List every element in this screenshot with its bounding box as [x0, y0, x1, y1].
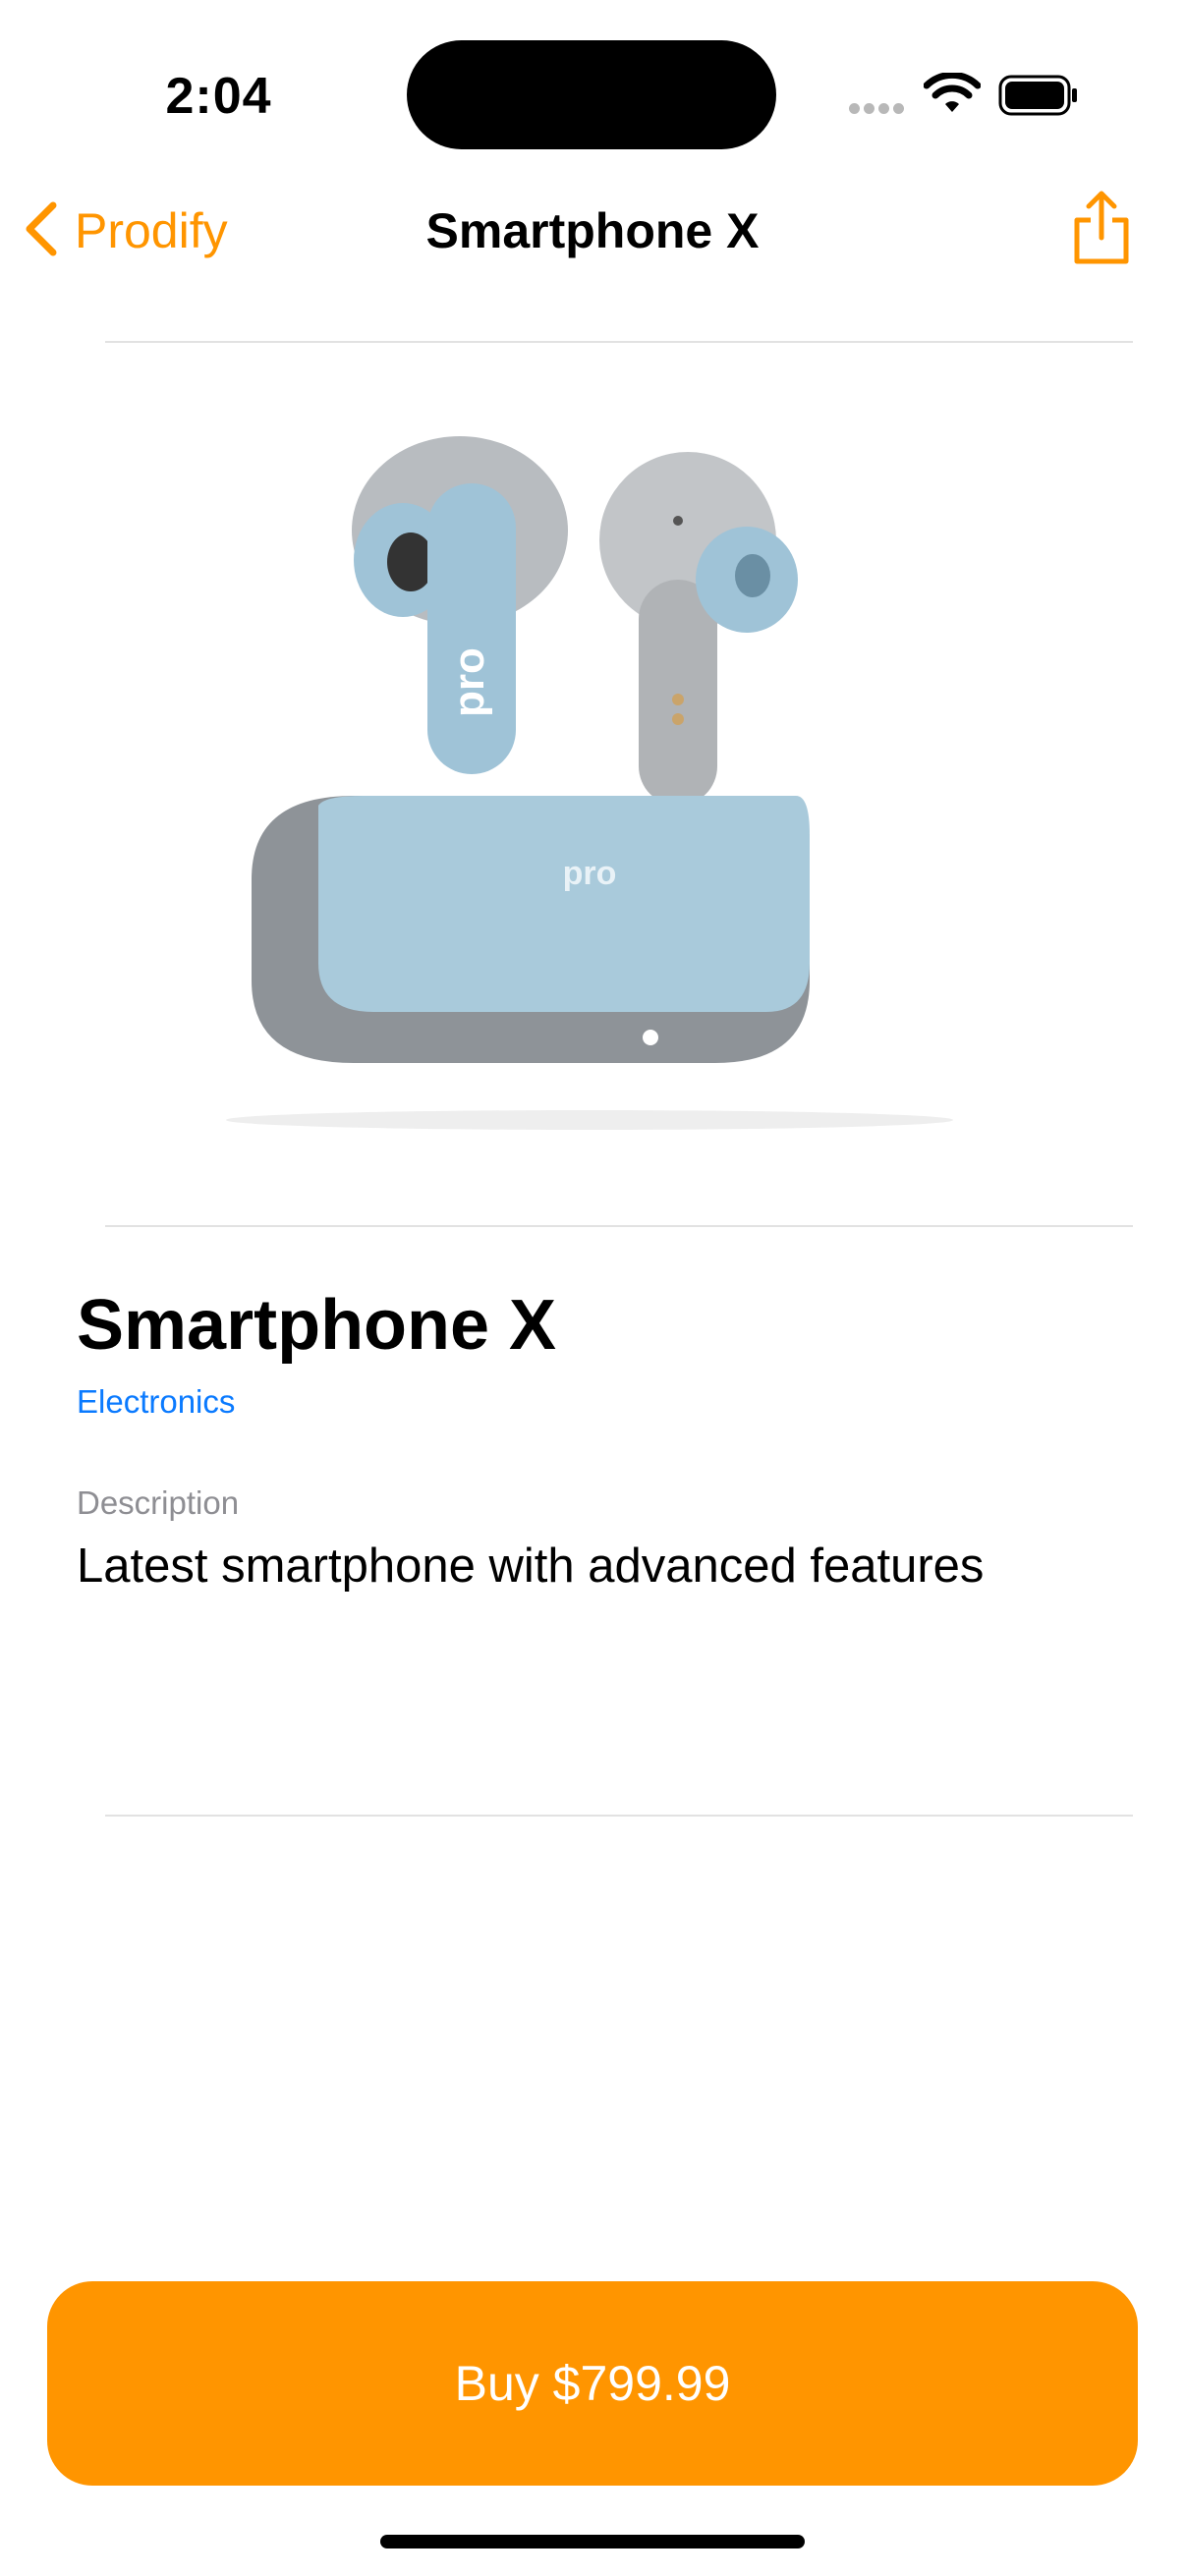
- divider: [105, 1815, 1133, 1817]
- svg-text:pro: pro: [563, 855, 617, 892]
- product-description: Latest smartphone with advanced features: [77, 1540, 985, 1593]
- product-image: pro pro: [216, 413, 983, 1140]
- nav-title: Smartphone X: [425, 203, 760, 258]
- share-button[interactable]: [1071, 191, 1132, 270]
- dynamic-island: [407, 40, 776, 149]
- buy-button[interactable]: Buy $799.99: [47, 2281, 1138, 2486]
- description-label: Description: [77, 1484, 240, 1521]
- divider: [105, 1225, 1133, 1227]
- wifi-icon: [923, 71, 982, 121]
- divider: [105, 341, 1133, 343]
- battery-icon: [998, 75, 1079, 121]
- status-time: 2:04: [165, 68, 272, 125]
- buy-button-label: Buy $799.99: [454, 2356, 731, 2411]
- product-category: Electronics: [77, 1383, 236, 1420]
- product-name: Smartphone X: [77, 1286, 557, 1365]
- share-icon: [1074, 191, 1129, 264]
- signal-icon: [849, 101, 908, 119]
- image-logo-text: pro: [445, 647, 493, 717]
- home-indicator: [380, 2535, 805, 2548]
